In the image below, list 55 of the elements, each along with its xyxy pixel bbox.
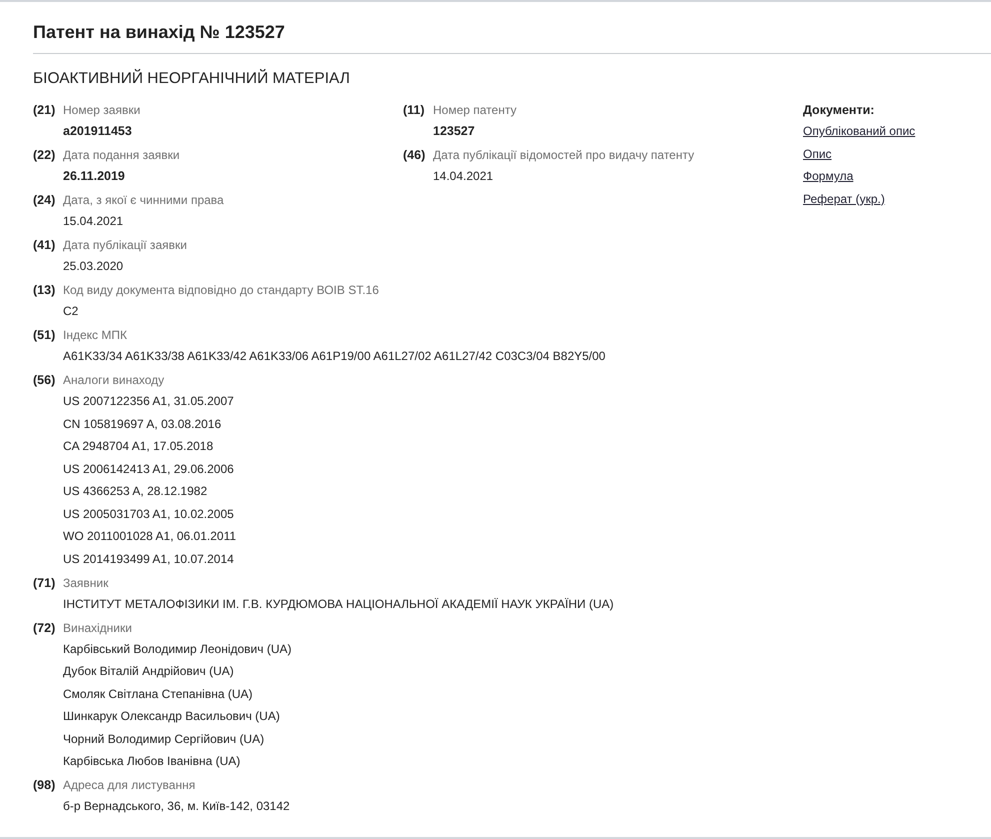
field-code: (11) bbox=[403, 102, 426, 119]
field-label: Код виду документа відповідно до стандарту ВОІВ ST.16 bbox=[63, 282, 379, 299]
field-value: A61K33/34 A61K33/38 A61K33/42 A61K33/06 A61P19/00 A61L27/02 A61L27/42 C03C3/04 B82Y5/00 bbox=[63, 348, 606, 365]
field-code: (22) bbox=[33, 147, 56, 164]
field-code: (56) bbox=[33, 372, 56, 389]
field-value: Дубок Віталій Андрійович (UA) bbox=[63, 663, 235, 680]
field-code: (46) bbox=[403, 147, 426, 164]
field-value: CA 2948704 A1, 17.05.2018 bbox=[63, 438, 214, 455]
document-link[interactable]: Реферат (укр.) bbox=[803, 188, 885, 210]
field-value: WO 2011001028 A1, 06.01.2011 bbox=[63, 528, 236, 545]
document-link[interactable]: Формула bbox=[803, 165, 854, 188]
field-label: Винахідники bbox=[63, 620, 133, 636]
field-label: Номер патенту bbox=[433, 102, 516, 119]
field-code: (51) bbox=[33, 327, 56, 344]
field-value: C2 bbox=[63, 303, 80, 320]
field-value: 15.04.2021 bbox=[63, 213, 124, 230]
field-label: Адреса для листування bbox=[63, 777, 196, 794]
field-value: US 4366253 A, 28.12.1982 bbox=[63, 483, 208, 500]
field-value: Карбівський Володимир Леонідович (UA) bbox=[63, 640, 292, 658]
field-label: Заявник bbox=[63, 574, 110, 592]
document-link[interactable]: Опис bbox=[803, 142, 832, 165]
field-value: б-р Вернадського, 36, м. Київ-142, 03142 bbox=[63, 798, 290, 815]
field-code: (98) bbox=[33, 777, 56, 794]
field-value: Карбівська Любов Іванівна (UA) bbox=[63, 753, 242, 770]
field-label: Дата подання заявки bbox=[63, 147, 180, 164]
field-label: Індекс МПК bbox=[63, 327, 128, 344]
field-value: US 2005031703 A1, 10.02.2005 bbox=[63, 506, 235, 522]
field-label: Номер заявки bbox=[63, 102, 140, 119]
field-code: (21) bbox=[33, 102, 56, 119]
field-code: (72) bbox=[33, 620, 56, 637]
document-link[interactable]: Опублікований опис bbox=[803, 120, 916, 142]
field-label: Аналоги винаходу bbox=[63, 372, 166, 389]
field-value: US 2006142413 A1, 29.06.2006 bbox=[63, 460, 235, 478]
field-value: Смоляк Світлана Степанівна (UA) bbox=[63, 686, 254, 702]
field-value: 123527 bbox=[433, 123, 476, 140]
field-code: (24) bbox=[33, 192, 56, 209]
field-value: Чорний Володимир Сергійович (UA) bbox=[63, 730, 266, 748]
field-label: Дата, з якої є чинними права bbox=[63, 192, 224, 209]
field-value: 25.03.2020 bbox=[63, 258, 124, 275]
field-code: (41) bbox=[33, 237, 56, 254]
field-value: a201911453 bbox=[63, 123, 133, 140]
field-value: US 2007122356 A1, 31.05.2007 bbox=[63, 393, 235, 410]
field-value: CN 105819697 A, 03.08.2016 bbox=[63, 416, 222, 432]
documents-heading: Документи: bbox=[803, 102, 874, 119]
invention-title: БІОАКТИВНИЙ НЕОРГАНІЧНИЙ МАТЕРІАЛ bbox=[33, 68, 351, 89]
field-value: ІНСТИТУТ МЕТАЛОФІЗИКИ ІМ. Г.В. КУРДЮМОВА НАЦІОНАЛЬНОЇ АКАДЕМІЇ НАУК УКРАЇНИ (UA) bbox=[63, 596, 614, 612]
field-value: 26.11.2019 bbox=[63, 168, 126, 185]
field-value: 14.04.2021 bbox=[433, 168, 494, 185]
field-value: Шинкарук Олександр Васильович (UA) bbox=[63, 708, 281, 725]
field-code: (71) bbox=[33, 574, 56, 592]
field-value: US 2014193499 A1, 10.07.2014 bbox=[63, 550, 235, 568]
field-label: Дата публікації заявки bbox=[63, 237, 187, 254]
page-title: Патент на винахід № 123527 bbox=[33, 21, 286, 44]
field-code: (13) bbox=[33, 282, 56, 299]
field-label: Дата публікації відомостей про видачу патенту bbox=[433, 147, 694, 164]
